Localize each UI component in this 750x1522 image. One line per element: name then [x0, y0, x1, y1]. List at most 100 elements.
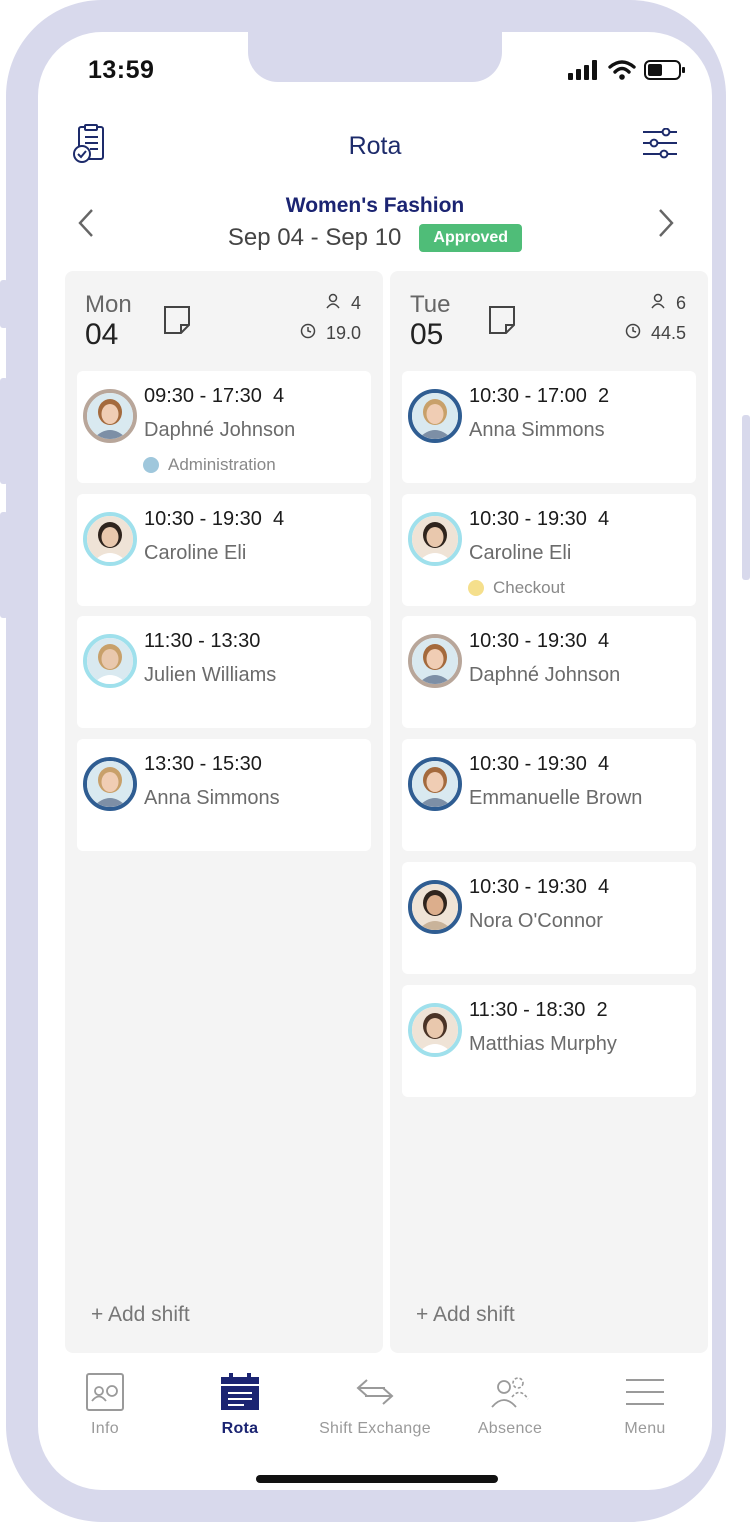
employee-name: Nora O'Connor	[469, 909, 603, 932]
shift-break-count: 4	[598, 507, 610, 530]
next-week-button[interactable]	[656, 208, 676, 243]
department-tag: Checkout	[468, 578, 565, 598]
signal-icon	[568, 60, 597, 80]
side-button	[0, 512, 8, 618]
tab-info[interactable]: Info	[38, 1370, 172, 1438]
page-title: Rota	[348, 132, 402, 160]
shift-time: 10:30 - 19:30 4	[469, 630, 609, 653]
tab-label: Menu	[624, 1420, 666, 1437]
shift-time: 13:30 - 15:30	[144, 753, 262, 776]
note-icon[interactable]	[163, 305, 191, 340]
shift-break-count: 4	[273, 507, 285, 530]
side-button	[0, 280, 8, 328]
shift-card[interactable]: 11:30 - 13:30 Julien Williams	[77, 616, 371, 729]
employee-name: Emmanuelle Brown	[469, 787, 643, 810]
shift-time: 11:30 - 13:30	[144, 630, 260, 653]
department-name: Administration	[168, 455, 276, 474]
day-header[interactable]: Mon 04 4 19.0	[65, 271, 383, 366]
shift-time-range: 10:30 - 19:30	[469, 875, 587, 898]
shift-card[interactable]: 10:30 - 19:30 4 Caroline Eli Checkout	[402, 493, 696, 606]
shift-time: 10:30 - 19:30 4	[469, 508, 609, 531]
tab-absence[interactable]: Absence	[443, 1370, 577, 1438]
people-count-value: 4	[350, 293, 361, 313]
tab-label: Info	[91, 1420, 119, 1437]
org-name: Women's Fashion	[285, 194, 465, 217]
status-time: 13:59	[88, 56, 155, 84]
filter-sliders-icon[interactable]	[642, 127, 678, 165]
calendar-icon	[173, 1370, 307, 1414]
employee-name: Daphné Johnson	[469, 664, 621, 687]
shift-break-count: 4	[598, 630, 610, 653]
menu-lines-icon	[578, 1370, 712, 1414]
department-name: Checkout	[493, 577, 565, 597]
side-button	[0, 378, 8, 484]
add-shift-button[interactable]: + Add shift	[91, 1303, 190, 1327]
avatar	[408, 634, 462, 689]
employee-name: Anna Simmons	[469, 419, 605, 441]
employee-name: Caroline Eli	[144, 541, 247, 564]
shift-break-count: 4	[598, 875, 610, 898]
note-icon[interactable]	[488, 305, 516, 340]
shift-time-range: 10:30 - 19:30	[469, 507, 587, 530]
shift-card[interactable]: 09:30 - 17:30 4 Daphné Johnson Administrat…	[77, 371, 371, 483]
shift-time-range: 11:30 - 18:30	[469, 998, 586, 1021]
shift-time: 10:30 - 19:30 4	[144, 508, 284, 531]
tab-shift-exchange[interactable]: Shift Exchange	[308, 1370, 442, 1438]
tab-label: Shift Exchange	[319, 1420, 431, 1437]
avatar	[83, 389, 137, 443]
tab-rota[interactable]: Rota	[173, 1370, 307, 1438]
shift-time-range: 10:30 - 19:30	[469, 630, 587, 653]
avatar	[408, 1002, 462, 1057]
shift-card[interactable]: 10:30 - 19:30 4 Caroline Eli	[77, 493, 371, 606]
day-number: 05	[410, 318, 444, 351]
day-name: Tue	[410, 291, 451, 318]
battery-icon	[644, 60, 685, 80]
avatar	[83, 511, 137, 566]
hours-total: 19.0	[300, 323, 361, 344]
week-range: Sep 04 - Sep 10	[227, 224, 402, 251]
shift-break-count: 4	[273, 385, 285, 407]
tab-menu[interactable]: Menu	[578, 1370, 712, 1438]
department-tag: Administration	[143, 455, 276, 475]
avatar	[408, 389, 462, 443]
status-badge: Approved	[419, 224, 523, 252]
shift-time-range: 10:30 - 19:30	[469, 753, 587, 776]
home-indicator	[256, 1475, 498, 1483]
tab-label: Rota	[221, 1420, 259, 1437]
people-count: 4	[325, 293, 361, 314]
shift-card[interactable]: 11:30 - 18:30 2 Matthias Murphy	[402, 984, 696, 1097]
employee-name: Anna Simmons	[144, 787, 280, 810]
shift-break-count: 4	[598, 753, 610, 776]
department-dot	[143, 457, 159, 473]
day-header[interactable]: Tue 05 6 44.5	[390, 271, 708, 366]
avatar	[83, 757, 137, 812]
app-screen: 13:59 Rota Women's Fashion Sep 04 - Sep …	[38, 32, 712, 1490]
employee-name: Daphné Johnson	[144, 419, 296, 441]
chevron-right-icon	[659, 209, 674, 237]
person-icon	[325, 293, 341, 314]
clock-icon	[625, 323, 641, 344]
shift-time-range: 13:30 - 15:30	[144, 753, 262, 776]
person-icon	[650, 293, 666, 314]
day-column: Tue 05 6 44.5 10:30 - 17:00 2 Anna Simmons 10:…	[390, 271, 708, 1353]
info-card-icon	[38, 1370, 172, 1414]
absence-people-icon	[443, 1370, 577, 1414]
day-name: Mon	[85, 291, 132, 318]
shift-card[interactable]: 13:30 - 15:30 Anna Simmons	[77, 739, 371, 852]
shift-card[interactable]: 10:30 - 19:30 4 Emmanuelle Brown	[402, 739, 696, 852]
hours-total: 44.5	[625, 323, 686, 344]
shift-break-count: 2	[596, 998, 608, 1021]
shift-break-count: 2	[598, 385, 610, 407]
week-row: Sep 04 - Sep 10 Approved	[38, 224, 712, 252]
shift-card[interactable]: 10:30 - 19:30 4 Daphné Johnson	[402, 616, 696, 729]
employee-name: Matthias Murphy	[469, 1032, 617, 1055]
shift-card[interactable]: 10:30 - 19:30 4 Nora O'Connor	[402, 861, 696, 974]
shift-time: 10:30 - 19:30 4	[469, 753, 609, 776]
wifi-icon	[608, 60, 636, 80]
shift-time: 10:30 - 17:00 2	[469, 385, 609, 408]
add-shift-button[interactable]: + Add shift	[416, 1303, 515, 1327]
shift-card[interactable]: 10:30 - 17:00 2 Anna Simmons	[402, 371, 696, 483]
clock-icon	[300, 323, 316, 344]
shift-time-range: 09:30 - 17:30	[144, 385, 262, 407]
exchange-arrows-icon	[308, 1370, 442, 1414]
